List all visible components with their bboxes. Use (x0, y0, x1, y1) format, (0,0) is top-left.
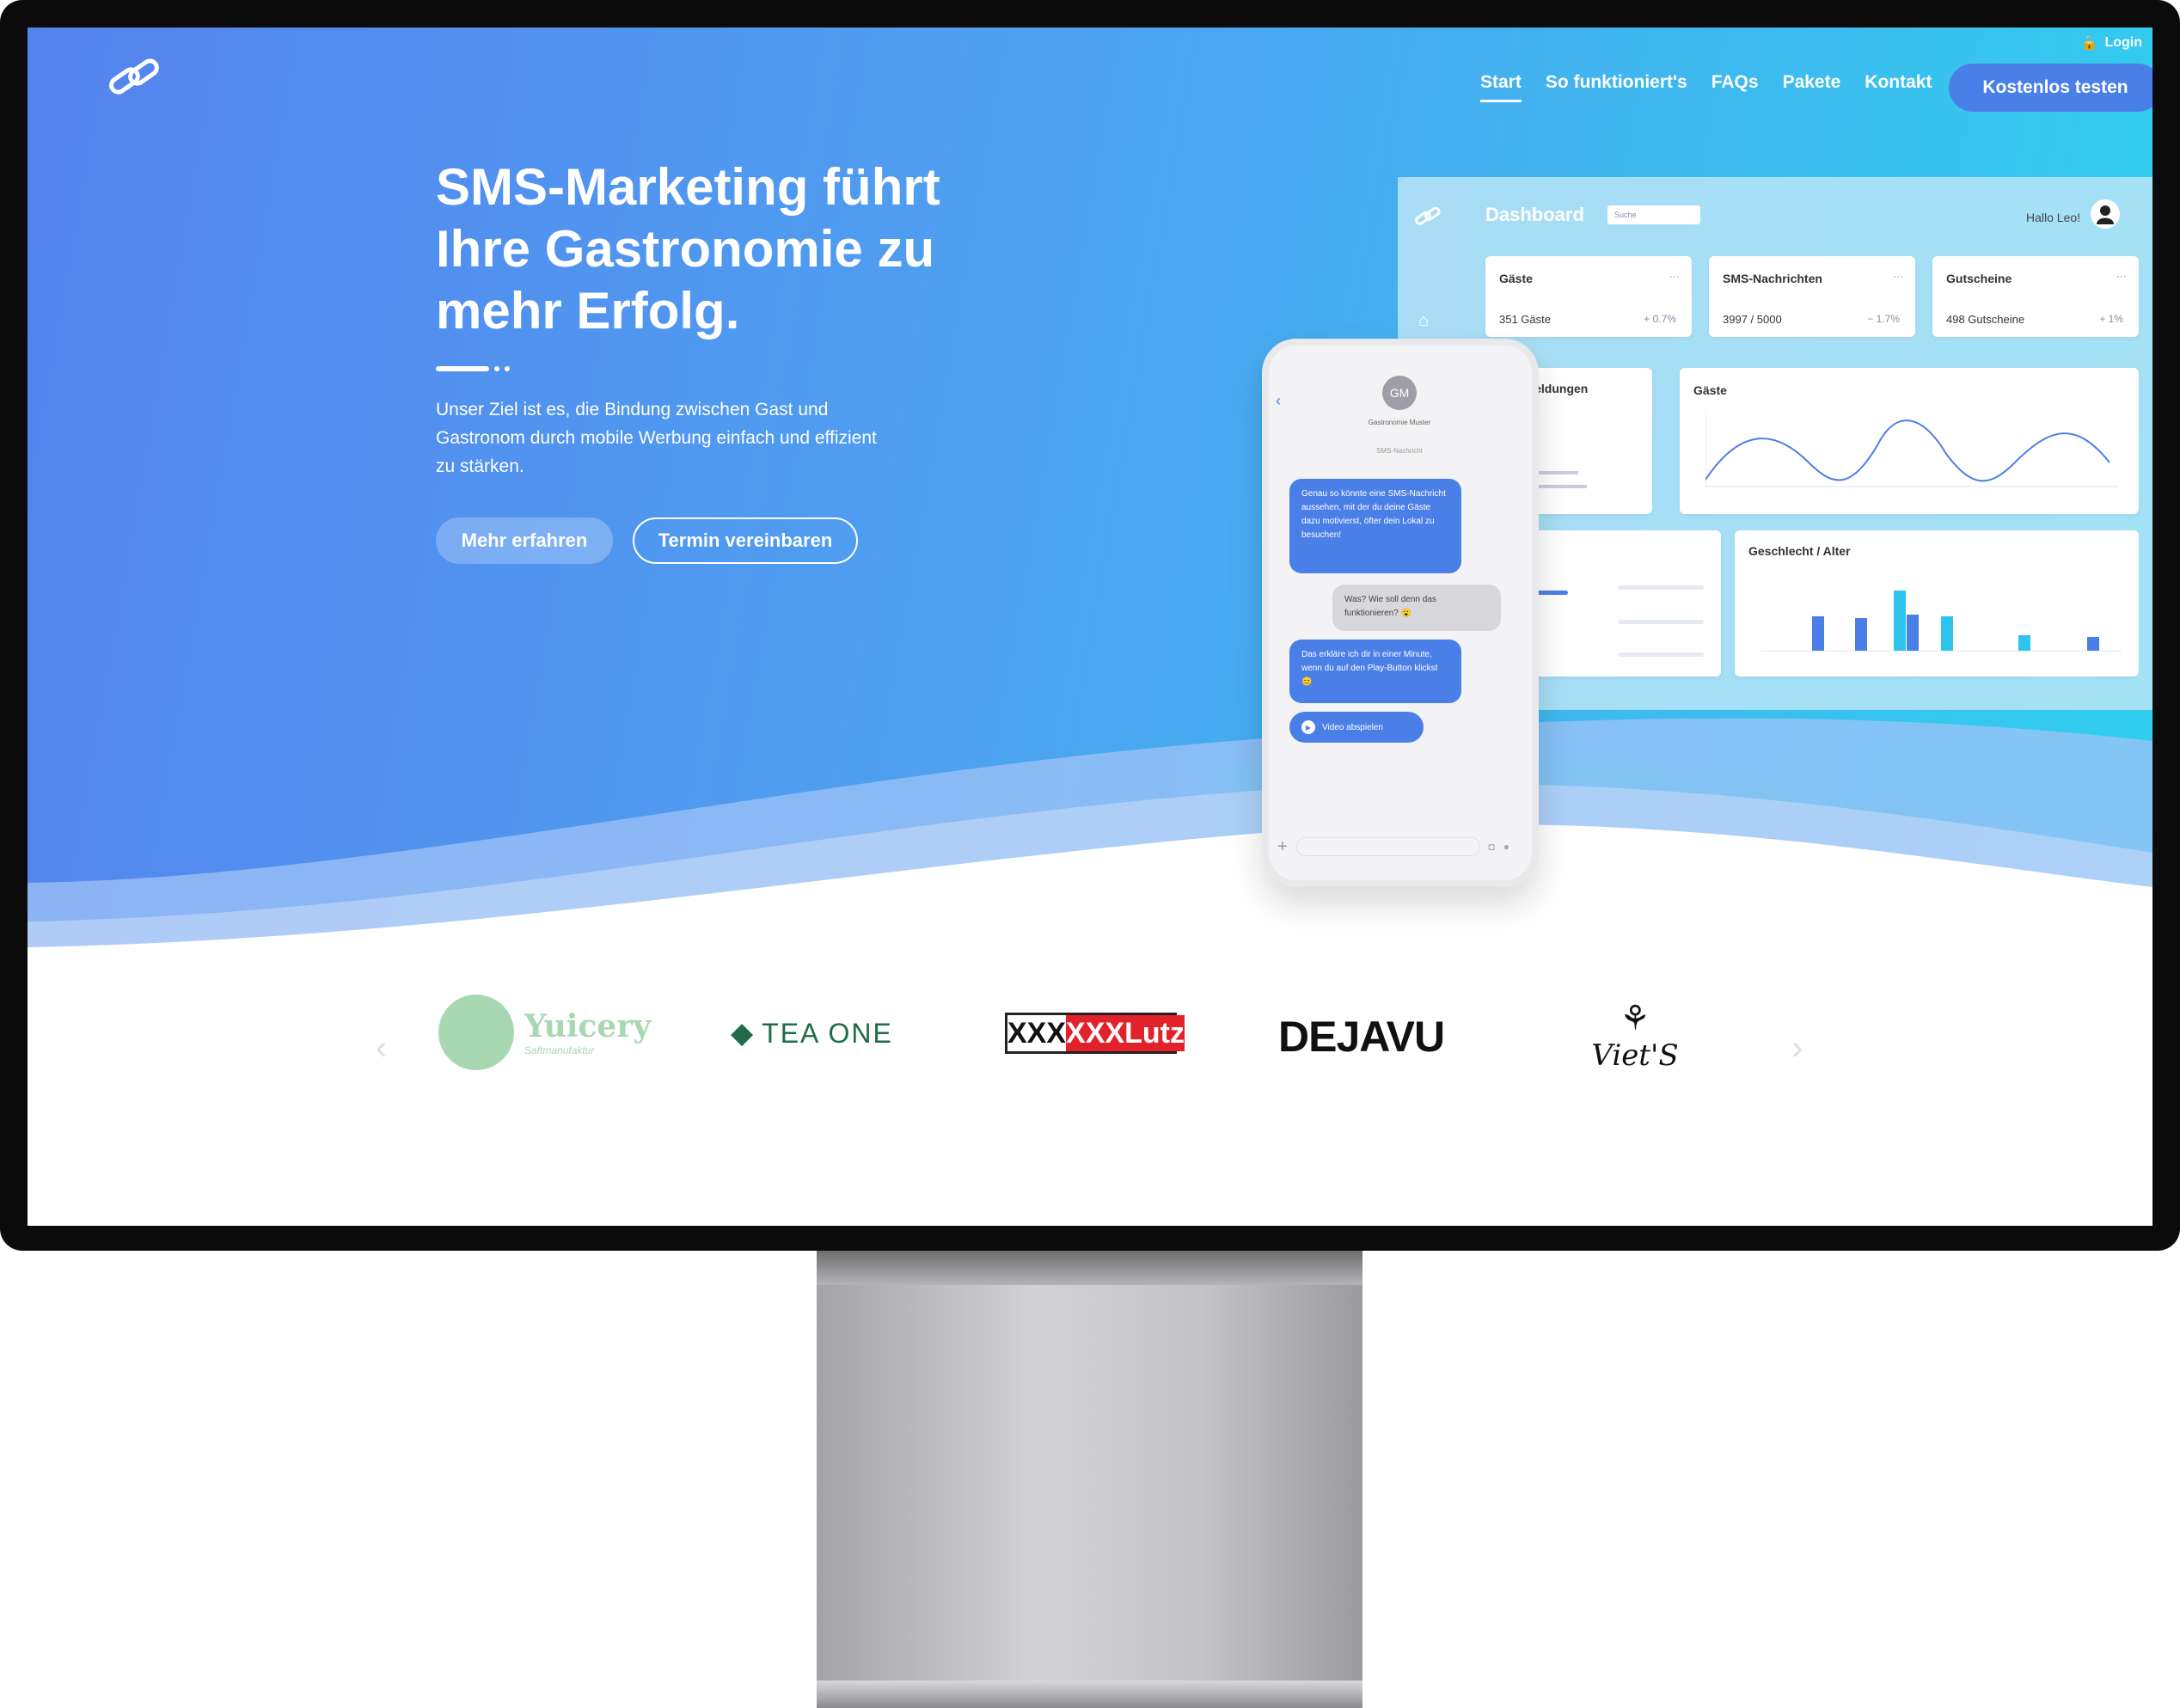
login-link[interactable]: 🔒 Login (2081, 34, 2142, 52)
back-chevron-icon[interactable]: ‹ (1276, 392, 1281, 410)
lock-icon: 🔒 (2080, 36, 2098, 51)
plus-icon[interactable]: + (1277, 837, 1288, 857)
origin-bar (1618, 652, 1704, 657)
partner-name: TEA ONE (762, 1017, 893, 1049)
main-nav: Start So funktioniert's FAQs Pakete Kont… (1480, 72, 1932, 102)
free-trial-button[interactable]: Kostenlos testen (1949, 64, 2152, 112)
flower-icon: ⚘ (1620, 1000, 1650, 1038)
partner-logo-yuicery: Yuicery Saftmanufaktur (438, 995, 651, 1070)
origin-bar (1618, 585, 1704, 590)
nav-how-it-works[interactable]: So funktioniert's (1546, 72, 1687, 102)
stat-card-value: 498 Gutscheine (1946, 313, 2025, 326)
brand-link-icon[interactable] (105, 53, 165, 105)
carousel-prev-icon[interactable]: ‹ (376, 1029, 387, 1068)
play-icon: ▶ (1301, 720, 1315, 734)
hero-title-line-1: SMS-Marketing führt (436, 158, 940, 216)
dashboard-greeting: Hallo Leo! (2026, 211, 2081, 224)
panel-title: Gäste (1693, 383, 1727, 397)
stat-card-title: SMS-Nachrichten (1723, 272, 1822, 285)
hero-title: SMS-Marketing führt Ihre Gastronomie zu … (436, 156, 1038, 342)
origin-bar (1618, 620, 1704, 624)
book-appointment-button[interactable]: Termin vereinbaren (633, 517, 858, 564)
stat-card-sms: SMS-Nachrichten ··· 3997 / 5000 − 1.7% (1709, 256, 1915, 337)
stat-card-delta: + 1% (2099, 313, 2123, 325)
play-video-label: Video abspielen (1322, 722, 1383, 732)
message-input[interactable] (1295, 837, 1480, 856)
stat-card-delta: + 0.7% (1644, 313, 1676, 325)
stat-card-value: 351 Gäste (1499, 313, 1551, 326)
nav-packages[interactable]: Pakete (1783, 72, 1841, 102)
gender-age-bar-chart (1761, 591, 2122, 652)
guests-line-chart (1705, 411, 2118, 487)
dashboard-title: Dashboard (1485, 204, 1584, 225)
leaf-icon: ◆ (731, 1017, 754, 1050)
more-icon: ··· (1669, 270, 1680, 282)
camera-icon[interactable]: ◘ (1489, 841, 1495, 853)
home-icon: ⌂ (1418, 311, 1430, 330)
stat-card-title: Gutscheine (1946, 272, 2012, 285)
nav-contact[interactable]: Kontakt (1865, 72, 1932, 102)
dashboard-search: Suche (1607, 205, 1700, 224)
stat-card-guests: Gäste ··· 351 Gäste + 0.7% (1485, 256, 1692, 337)
hero-title-line-3: mehr Erfolg. (436, 282, 740, 340)
stat-card-delta: − 1.7% (1867, 313, 1900, 325)
carousel-next-icon[interactable]: › (1791, 1029, 1803, 1068)
partner-name: Viet'S (1591, 1038, 1679, 1073)
guests-line-panel: Gäste (1680, 368, 2139, 514)
avatar (2091, 199, 2120, 229)
stat-card-value: 3997 / 5000 (1723, 313, 1782, 326)
play-video-button[interactable]: ▶ Video abspielen (1289, 712, 1424, 743)
dashboard-logo-icon (1415, 206, 1441, 225)
learn-more-button[interactable]: Mehr erfahren (436, 517, 613, 564)
partner-logo-viets: ⚘ Viet'S (1588, 999, 1682, 1073)
stat-card-title: Gäste (1499, 272, 1533, 285)
monitor-stand-foot (817, 1680, 1362, 1708)
hero-title-line-2: Ihre Gastronomie zu (436, 220, 935, 278)
partner-logo-dejavu: DEJAVU (1278, 1013, 1445, 1061)
monitor-stand-shadow (817, 1251, 1362, 1285)
message-bubble-incoming: Genau so könnte eine SMS-Nachricht ausse… (1289, 479, 1461, 573)
login-label: Login (2104, 35, 2142, 50)
contact-avatar: GM (1382, 376, 1417, 410)
more-icon: ··· (1893, 270, 1903, 282)
stat-card-vouchers: Gutscheine ··· 498 Gutscheine + 1% (1932, 256, 2139, 337)
nav-faqs[interactable]: FAQs (1712, 72, 1759, 102)
contact-name: Gastronomie Muster (1368, 419, 1431, 426)
message-input-bar[interactable]: + ◘ ● (1277, 836, 1509, 858)
yuicery-mark (438, 995, 514, 1070)
partner-sub: Saftmanufaktur (524, 1044, 595, 1056)
partner-name: XXXLutz (1066, 1015, 1185, 1051)
panel-title: Geschlecht / Alter (1748, 544, 1851, 558)
gender-age-panel: Geschlecht / Alter (1735, 530, 2139, 676)
mic-icon[interactable]: ● (1503, 841, 1509, 853)
more-icon: ··· (2116, 270, 2127, 282)
partner-logo-xxxlutz: XXX XXXLutz (1005, 1013, 1185, 1054)
title-accent-line (436, 361, 515, 376)
partner-logo-tea-one: ◆ TEA ONE (731, 1016, 893, 1050)
screen: 🔒 Login Start So funktioniert's FAQs Pak… (28, 28, 2152, 1226)
partner-name: Yuicery (524, 1008, 652, 1044)
nav-start[interactable]: Start (1480, 72, 1522, 102)
message-meta: SMS-Nachricht (1376, 447, 1423, 455)
message-bubble-incoming: Das erkläre ich dir in einer Minute, wen… (1289, 640, 1461, 703)
message-bubble-outgoing: Was? Wie soll denn das funktionieren? 😮 (1332, 585, 1501, 631)
monitor-stand (817, 1251, 1362, 1708)
hero-lead-text: Unser Ziel ist es, die Bindung zwischen … (436, 400, 877, 476)
